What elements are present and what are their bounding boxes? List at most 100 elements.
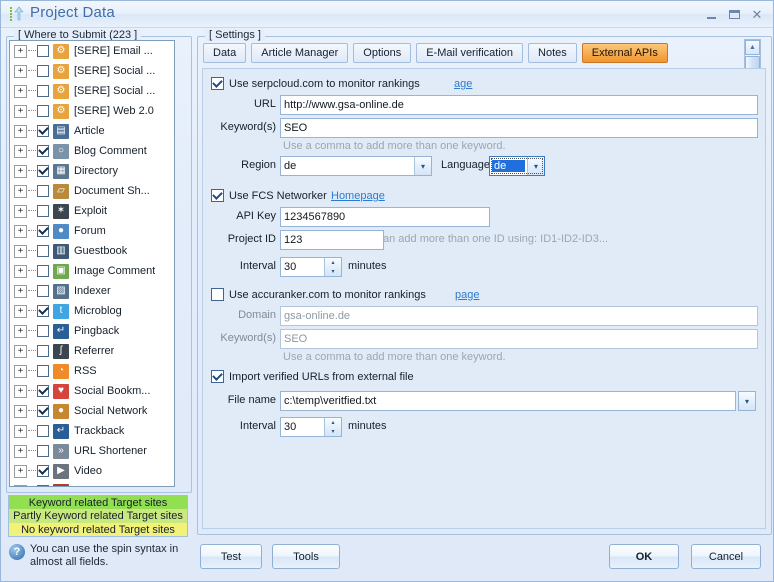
- serpcloud-link[interactable]: age: [454, 78, 472, 90]
- tree-item[interactable]: +▶Video: [10, 461, 174, 481]
- tree-item[interactable]: +▱Document Sh...: [10, 181, 174, 201]
- spin-down-icon[interactable]: ▾: [325, 427, 341, 436]
- accuranker-checkbox[interactable]: [211, 288, 224, 301]
- tab-external-apis[interactable]: External APIs: [582, 43, 668, 63]
- expand-icon[interactable]: +: [14, 125, 27, 138]
- accuranker-keywords-input[interactable]: SEO: [280, 329, 758, 349]
- tree-item-checkbox[interactable]: [37, 365, 49, 377]
- settings-tab-strip[interactable]: DataArticle ManagerOptionsE-Mail verific…: [203, 43, 668, 63]
- tree-item-checkbox[interactable]: [37, 145, 49, 157]
- expand-icon[interactable]: +: [14, 65, 27, 78]
- tab-options[interactable]: Options: [353, 43, 411, 63]
- file-name-input[interactable]: c:\temp\veritfied.txt: [280, 391, 736, 411]
- expand-icon[interactable]: +: [14, 225, 27, 238]
- tree-item-checkbox[interactable]: [37, 405, 49, 417]
- spin-up-icon[interactable]: ▴: [325, 418, 341, 427]
- expand-icon[interactable]: +: [14, 405, 27, 418]
- tab-e-mail-verification[interactable]: E-Mail verification: [416, 43, 523, 63]
- test-button[interactable]: Test: [200, 544, 262, 569]
- expand-icon[interactable]: +: [14, 465, 27, 478]
- spinner-buttons[interactable]: ▴ ▾: [324, 258, 341, 276]
- api-key-input[interactable]: 1234567890: [280, 207, 490, 227]
- tree-item[interactable]: +ʃReferrer: [10, 341, 174, 361]
- tools-button[interactable]: Tools: [272, 544, 340, 569]
- expand-icon[interactable]: +: [14, 325, 27, 338]
- tab-data[interactable]: Data: [203, 43, 246, 63]
- expand-icon[interactable]: +: [14, 285, 27, 298]
- expand-icon[interactable]: +: [14, 305, 27, 318]
- tree-item[interactable]: +⚙[SERE] Web 2.0: [10, 101, 174, 121]
- chevron-down-icon[interactable]: ▾: [527, 157, 544, 175]
- browse-file-button[interactable]: ▾: [738, 391, 756, 411]
- tree-item[interactable]: +▶Video-Adult: [10, 481, 174, 487]
- tree-item[interactable]: +▥Guestbook: [10, 241, 174, 261]
- fcs-interval-stepper[interactable]: 30 ▴ ▾: [280, 257, 342, 277]
- maximize-button[interactable]: [723, 6, 745, 23]
- expand-icon[interactable]: +: [14, 105, 27, 118]
- tree-item[interactable]: +▦Directory: [10, 161, 174, 181]
- tree-item[interactable]: +○Blog Comment: [10, 141, 174, 161]
- fcs-checkbox[interactable]: [211, 189, 224, 202]
- expand-icon[interactable]: +: [14, 45, 27, 58]
- tree-item[interactable]: +◔RSS: [10, 361, 174, 381]
- spin-up-icon[interactable]: ▴: [325, 258, 341, 267]
- tree-item-checkbox[interactable]: [37, 105, 49, 117]
- tree-item[interactable]: +⚙[SERE] Social ...: [10, 61, 174, 81]
- tree-item-checkbox[interactable]: [37, 205, 49, 217]
- import-interval-stepper[interactable]: 30 ▴ ▾: [280, 417, 342, 437]
- language-select[interactable]: de ▾: [489, 156, 545, 176]
- fcs-enable-row[interactable]: Use FCS Networker: [211, 189, 327, 202]
- submit-target-tree[interactable]: +⚙[SERE] Email ...+⚙[SERE] Social ...+⚙[…: [9, 40, 175, 487]
- tree-item-checkbox[interactable]: [37, 425, 49, 437]
- tree-item[interactable]: +⚙[SERE] Social ...: [10, 81, 174, 101]
- tree-item-checkbox[interactable]: [37, 445, 49, 457]
- expand-icon[interactable]: +: [14, 145, 27, 158]
- tree-item[interactable]: +▣Image Comment: [10, 261, 174, 281]
- expand-icon[interactable]: +: [14, 385, 27, 398]
- serpcloud-keywords-input[interactable]: SEO: [280, 118, 758, 138]
- tree-item-checkbox[interactable]: [37, 185, 49, 197]
- url-input[interactable]: http://www.gsa-online.de: [280, 95, 758, 115]
- chevron-down-icon[interactable]: ▾: [414, 157, 431, 175]
- region-select[interactable]: de ▾: [280, 156, 432, 176]
- expand-icon[interactable]: +: [14, 345, 27, 358]
- ok-button[interactable]: OK: [609, 544, 679, 569]
- import-enable-row[interactable]: Import verified URLs from external file: [211, 370, 414, 383]
- tree-item-checkbox[interactable]: [37, 245, 49, 257]
- tree-item-checkbox[interactable]: [37, 325, 49, 337]
- tree-item[interactable]: +♥Social Bookm...: [10, 381, 174, 401]
- tree-item-checkbox[interactable]: [37, 85, 49, 97]
- spin-down-icon[interactable]: ▾: [325, 267, 341, 276]
- import-checkbox[interactable]: [211, 370, 224, 383]
- expand-icon[interactable]: +: [14, 85, 27, 98]
- tree-item[interactable]: +tMicroblog: [10, 301, 174, 321]
- cancel-button[interactable]: Cancel: [691, 544, 761, 569]
- domain-input[interactable]: gsa-online.de: [280, 306, 758, 326]
- serpcloud-enable-row[interactable]: Use serpcloud.com to monitor rankings: [211, 77, 420, 90]
- tree-item[interactable]: +●Social Network: [10, 401, 174, 421]
- accuranker-link[interactable]: page: [455, 289, 479, 301]
- tree-item-checkbox[interactable]: [37, 125, 49, 137]
- tree-item[interactable]: +⚙[SERE] Email ...: [10, 41, 174, 61]
- tree-item-checkbox[interactable]: [37, 65, 49, 77]
- tree-item[interactable]: +↵Pingback: [10, 321, 174, 341]
- fcs-homepage-link[interactable]: Homepage: [331, 190, 385, 202]
- tree-item-checkbox[interactable]: [37, 165, 49, 177]
- expand-icon[interactable]: +: [14, 205, 27, 218]
- expand-icon[interactable]: +: [14, 485, 27, 488]
- tree-item-checkbox[interactable]: [37, 225, 49, 237]
- tree-item-checkbox[interactable]: [37, 45, 49, 57]
- tree-item-checkbox[interactable]: [37, 465, 49, 477]
- tree-item-checkbox[interactable]: [37, 265, 49, 277]
- expand-icon[interactable]: +: [14, 165, 27, 178]
- tree-item-checkbox[interactable]: [37, 285, 49, 297]
- serpcloud-checkbox[interactable]: [211, 77, 224, 90]
- close-button[interactable]: ✕: [746, 6, 768, 23]
- tab-article-manager[interactable]: Article Manager: [251, 43, 348, 63]
- tree-item[interactable]: +●Forum: [10, 221, 174, 241]
- accuranker-enable-row[interactable]: Use accuranker.com to monitor rankings: [211, 288, 426, 301]
- tab-notes[interactable]: Notes: [528, 43, 577, 63]
- expand-icon[interactable]: +: [14, 425, 27, 438]
- tree-item-checkbox[interactable]: [37, 385, 49, 397]
- tree-item[interactable]: +▤Article: [10, 121, 174, 141]
